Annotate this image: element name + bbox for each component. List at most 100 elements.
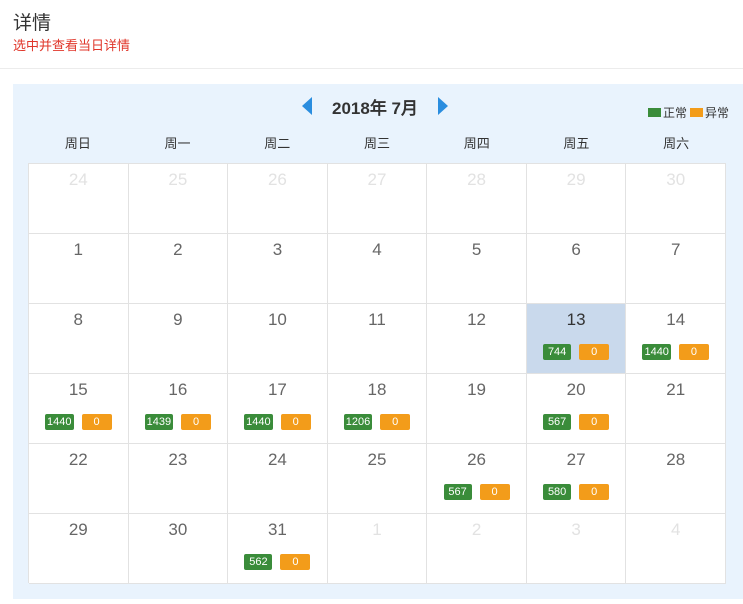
calendar-day-cell[interactable]: 1: [327, 514, 428, 584]
calendar-day-cell[interactable]: 28: [626, 444, 726, 514]
header-divider: [0, 68, 743, 69]
day-number: 12: [467, 310, 487, 329]
day-number: 5: [471, 240, 482, 259]
abnormal-count-badge: 0: [579, 344, 610, 360]
month-title: 2018年 7月: [332, 98, 418, 118]
day-number: 23: [168, 450, 188, 469]
calendar-day-cell[interactable]: 2: [427, 514, 527, 584]
calendar-day-cell[interactable]: 20 567 0: [526, 374, 627, 444]
day-number: 15: [68, 380, 88, 399]
day-number: 25: [367, 450, 387, 469]
calendar-day-cell[interactable]: 4: [327, 234, 428, 304]
calendar-day-cell[interactable]: 25: [128, 164, 229, 234]
normal-count-badge: 1440: [45, 414, 74, 430]
calendar-day-cell[interactable]: 19: [427, 374, 527, 444]
day-number: 4: [372, 240, 382, 259]
legend-abnormal-label: 异常: [704, 106, 729, 120]
day-badges: 744 0: [527, 344, 626, 360]
day-number: 30: [666, 170, 686, 189]
calendar-day-cell[interactable]: 1: [29, 234, 129, 304]
calendar-day-cell[interactable]: 24: [228, 444, 328, 514]
weekday-label: 周四: [463, 136, 490, 151]
normal-count-badge: 1439: [144, 414, 174, 430]
abnormal-count-badge: 0: [181, 414, 212, 430]
day-number: 7: [670, 240, 681, 259]
calendar-day-cell[interactable]: 24: [29, 164, 129, 234]
day-number: 2: [471, 520, 482, 539]
calendar-day-cell[interactable]: 31 562 0: [228, 514, 328, 584]
day-number: 31: [267, 520, 287, 539]
calendar-day-cell-selected[interactable]: 13 744 0: [526, 304, 627, 374]
normal-count-badge: 1440: [642, 344, 671, 360]
calendar-day-cell[interactable]: 25: [327, 444, 428, 514]
next-month-button[interactable]: [436, 95, 450, 117]
calendar-day-cell[interactable]: 22: [29, 444, 129, 514]
day-number: 22: [68, 450, 88, 469]
calendar-day-cell[interactable]: 17 1440 0: [228, 374, 328, 444]
day-number: 29: [566, 170, 586, 189]
calendar-day-cell[interactable]: 29: [29, 514, 129, 584]
calendar-day-cell[interactable]: 30: [128, 514, 229, 584]
calendar-day-cell[interactable]: 23: [128, 444, 229, 514]
day-number: 1: [372, 520, 382, 539]
weekday-label: 周二: [264, 136, 291, 151]
calendar-day-cell[interactable]: 9: [128, 304, 229, 374]
page-title: 详情: [13, 13, 52, 34]
calendar-day-cell[interactable]: 7: [626, 234, 726, 304]
calendar-day-cell[interactable]: 8: [29, 304, 129, 374]
day-number: 24: [267, 450, 287, 469]
calendar-day-cell[interactable]: 15 1440 0: [29, 374, 129, 444]
day-badges: 1206 0: [328, 414, 427, 430]
day-number: 28: [666, 450, 686, 469]
calendar-day-cell[interactable]: 29: [526, 164, 627, 234]
calendar-day-cell[interactable]: 4: [626, 514, 726, 584]
normal-count-badge: 744: [543, 344, 572, 360]
day-number: 26: [267, 170, 287, 189]
day-number: 27: [566, 450, 586, 469]
calendar-day-cell[interactable]: 26 567 0: [427, 444, 527, 514]
calendar-day-cell[interactable]: 5: [427, 234, 527, 304]
calendar-day-cell[interactable]: 2: [128, 234, 229, 304]
calendar-day-cell[interactable]: 26: [228, 164, 328, 234]
day-badges: 1440 0: [626, 344, 725, 360]
calendar-day-cell[interactable]: 6: [526, 234, 627, 304]
calendar-day-cell[interactable]: 30: [626, 164, 726, 234]
day-number: 13: [566, 310, 586, 329]
day-number: 29: [68, 520, 88, 539]
day-badges: 1439 0: [129, 414, 228, 430]
calendar-day-cell[interactable]: 3: [526, 514, 627, 584]
caret-left-icon: [302, 97, 312, 115]
abnormal-count-badge: 0: [280, 554, 311, 570]
day-number: 10: [267, 310, 287, 329]
day-number: 25: [168, 170, 188, 189]
calendar-day-cell[interactable]: 18 1206 0: [327, 374, 428, 444]
day-number: 2: [173, 240, 183, 259]
calendar-day-cell[interactable]: 27: [327, 164, 428, 234]
calendar-grid: 24 25 26 27 28 29 30 1 2 3 4 5 6 7 8 9 10 11 12 13 744 0 14 144…: [28, 163, 726, 584]
weekday-label: 周六: [663, 136, 690, 151]
normal-count-badge: 567: [443, 484, 472, 500]
calendar-day-cell[interactable]: 11: [327, 304, 428, 374]
calendar-day-cell[interactable]: 3: [228, 234, 328, 304]
calendar-day-cell[interactable]: 27 580 0: [526, 444, 627, 514]
calendar-day-cell[interactable]: 21: [626, 374, 726, 444]
day-number: 26: [467, 450, 487, 469]
day-badges: 567 0: [427, 484, 526, 500]
weekday-header: 周日 周一 周二 周三 周四 周五 周六: [28, 128, 726, 162]
weekday-label: 周三: [363, 136, 390, 151]
calendar-day-cell[interactable]: 16 1439 0: [128, 374, 229, 444]
calendar-day-cell[interactable]: 12: [427, 304, 527, 374]
legend-abnormal-swatch: [689, 108, 703, 117]
day-number: 8: [73, 310, 84, 329]
caret-right-icon: [438, 97, 448, 115]
page-subtitle: 选中并查看当日详情: [13, 38, 131, 53]
weekday-label: 周日: [64, 136, 91, 151]
calendar-day-cell[interactable]: 10: [228, 304, 328, 374]
day-number: 27: [367, 170, 387, 189]
weekday-label: 周一: [164, 136, 191, 151]
calendar-day-cell[interactable]: 28: [427, 164, 527, 234]
legend-normal-swatch: [647, 108, 661, 117]
calendar-day-cell[interactable]: 14 1440 0: [626, 304, 726, 374]
prev-month-button[interactable]: [300, 95, 314, 117]
day-number: 16: [168, 380, 188, 399]
